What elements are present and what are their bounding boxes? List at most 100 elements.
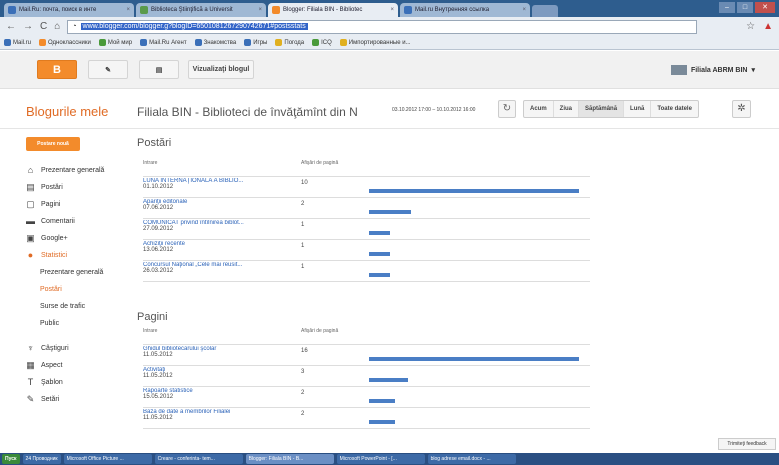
feedback-button[interactable]: Trimiteţi feedback xyxy=(718,438,776,450)
extension-icon[interactable]: ▲ xyxy=(763,21,773,32)
new-tab-button[interactable] xyxy=(532,5,558,17)
bookmark-item[interactable]: Мой мир xyxy=(98,38,132,46)
period-5[interactable]: Toate datele xyxy=(651,101,698,117)
my-blogs-link[interactable]: Blogurile mele xyxy=(26,104,108,119)
bar-cell xyxy=(369,386,590,408)
views-cell: 3 xyxy=(301,365,369,387)
bar-cell xyxy=(369,365,590,387)
bookmark-item[interactable]: Mail.Ru Агент xyxy=(140,38,187,46)
sidebar-item[interactable]: ▤ Postări xyxy=(26,179,126,196)
close-tab-icon[interactable]: × xyxy=(258,7,262,13)
sidebar-nav: ⌂ Prezentare generală ▤ Postări ▢ Pagini ▬ Come… xyxy=(26,162,126,408)
entry-cell: Baza de date a membrilor Filialei 11.05.2… xyxy=(143,407,301,429)
new-post-pencil-button[interactable]: ✎ xyxy=(88,60,128,79)
tab-label: Mail.ru Внутренняя ссылка xyxy=(415,7,490,13)
sidebar-item[interactable]: ▬ Comentarii xyxy=(26,213,126,230)
views-count: 2 xyxy=(301,389,305,396)
bookmark-item[interactable]: Одноклассники xyxy=(39,38,91,47)
sidebar-item[interactable]: ● Statistici xyxy=(26,247,126,264)
views-cell: 1 xyxy=(301,218,369,240)
browser-tab[interactable]: Biblioteca Ştiinţifică a Universit × xyxy=(136,3,266,17)
bar-cell xyxy=(369,218,590,240)
reload-icon[interactable]: C xyxy=(40,21,47,32)
minimize-button[interactable]: – xyxy=(719,2,735,13)
sidebar-item[interactable]: ▣ Google+ xyxy=(26,230,126,247)
window-controls: – □ ✕ xyxy=(719,2,775,13)
bookmark-item[interactable]: Погода xyxy=(275,38,304,46)
bookmark-label: Импортированные и... xyxy=(348,40,411,47)
column-header-views: Afişări de pagină xyxy=(301,326,369,345)
browser-tab[interactable]: Blogger: Filiala BIN - Bibliotec × xyxy=(268,3,398,17)
maximize-button[interactable]: □ xyxy=(737,2,753,13)
bookmark-item[interactable]: Импортированные и... xyxy=(339,38,411,47)
pages-button[interactable]: ▤ xyxy=(139,60,179,79)
entry-cell: COMUNICAT privind întîlnirea biblot... 27… xyxy=(143,218,301,240)
taskbar-item[interactable]: Microsoft PowerPoint - [... xyxy=(336,454,425,464)
views-bar xyxy=(369,230,390,235)
sidebar-item[interactable]: ⌂ Prezentare generală xyxy=(26,162,126,179)
close-tab-icon[interactable]: × xyxy=(126,7,130,13)
browser-tab[interactable]: Mail.ru Внутренняя ссылка × xyxy=(400,3,530,17)
taskbar-item[interactable]: Microsoft Office Picture ... xyxy=(63,454,152,464)
back-icon[interactable]: ← xyxy=(6,21,16,32)
user-menu[interactable]: Filiala ABRM BIN ▾ xyxy=(670,65,755,75)
view-blog-button[interactable]: Vizualizaţi blogul xyxy=(188,60,254,79)
taskbar-item[interactable]: Blogger: Filiala BIN - B... xyxy=(245,454,334,464)
sidebar-item[interactable]: T Şablon xyxy=(26,374,126,391)
sidebar-subitem[interactable]: Prezentare generală xyxy=(26,264,126,281)
sidebar-item[interactable]: ✎ Setări xyxy=(26,391,126,408)
column-header-bar xyxy=(369,326,590,345)
sidebar-subitem[interactable]: Surse de trafic xyxy=(26,298,126,315)
sidebar-subitem-label: Prezentare generală xyxy=(40,269,104,276)
bookmark-item[interactable]: Игры xyxy=(244,38,267,46)
new-post-button[interactable]: Postare nouă xyxy=(26,137,80,151)
close-window-button[interactable]: ✕ xyxy=(755,2,775,13)
bookmark-item[interactable]: Знакомства xyxy=(194,38,236,46)
period-2[interactable]: Ziua xyxy=(554,101,580,117)
close-tab-icon[interactable]: × xyxy=(390,7,394,13)
browser-tab[interactable]: Mail.Ru: почта, поиск в инте × xyxy=(4,3,134,17)
sidebar-item-label: Statistici xyxy=(41,252,68,259)
sidebar-subitem[interactable]: Public xyxy=(26,315,126,332)
bookmark-label: Одноклассники xyxy=(48,40,91,47)
taskbar-item[interactable]: blog adrese email.docx - ... xyxy=(427,454,516,464)
blogger-logo-button[interactable]: B xyxy=(37,60,77,79)
sidebar-subitem[interactable]: Postări xyxy=(26,281,126,298)
entry-cell: Activităţi 11.05.2012 xyxy=(143,365,301,387)
entry-cell: Rapoarte statistice 15.05.2012 xyxy=(143,386,301,408)
tab-label: Mail.Ru: почта, поиск в инте xyxy=(19,7,97,13)
sidebar-item[interactable]: ▢ Pagini xyxy=(26,196,126,213)
refresh-button[interactable]: ↻ xyxy=(498,100,516,118)
sidebar-item-label: Comentarii xyxy=(41,218,75,225)
url-field[interactable]: ◔ www.blogger.com/blogger.g?blogID=65010… xyxy=(67,19,698,34)
entry-cell: Ghidul bibliotecarului şcolar 11.05.2012 xyxy=(143,344,301,366)
date-range: 03.10.2012 17:00 – 10.10.2012 16:00 xyxy=(392,107,476,113)
taskbar-item[interactable]: Creare - conferinta- tem... xyxy=(154,454,243,464)
page-icon: ◔ xyxy=(72,23,77,30)
entry-date: 11.05.2012 xyxy=(143,372,173,379)
home-icon[interactable]: ⌂ xyxy=(54,21,60,32)
stats-header: Blogurile mele Filiala BIN - Biblioteci … xyxy=(0,89,779,129)
bar-cell xyxy=(369,407,590,429)
period-4[interactable]: Lună xyxy=(624,101,652,117)
taskbar-item[interactable]: 24 Проводник xyxy=(22,454,61,464)
views-cell: 1 xyxy=(301,260,369,282)
sidebar-item[interactable]: ▦ Aspect xyxy=(26,357,126,374)
period-3[interactable]: Săptămână xyxy=(579,101,625,117)
home-icon: ⌂ xyxy=(27,165,34,175)
settings-button[interactable]: ✲ xyxy=(732,100,751,118)
sidebar-item[interactable]: ♆ Câştiguri xyxy=(26,340,126,357)
bookmark-item[interactable]: Mail.ru xyxy=(4,38,31,46)
bookmark-item[interactable]: ICQ xyxy=(312,38,332,46)
close-tab-icon[interactable]: × xyxy=(522,7,526,13)
views-cell: 2 xyxy=(301,407,369,429)
star-icon[interactable]: ☆ xyxy=(746,21,755,32)
period-1[interactable]: Acum xyxy=(524,101,554,117)
forward-icon[interactable]: → xyxy=(23,21,33,32)
url-text: www.blogger.com/blogger.g?blogID=6501081… xyxy=(80,23,308,30)
sidebar-item-label: Câştiguri xyxy=(41,345,69,352)
sidebar-item-label: Pagini xyxy=(41,201,61,208)
start-button[interactable]: Пуск xyxy=(2,454,20,464)
table-row: Apariţii editoriale 07.06.2012 2 xyxy=(143,197,590,219)
column-header-bar xyxy=(369,158,590,177)
